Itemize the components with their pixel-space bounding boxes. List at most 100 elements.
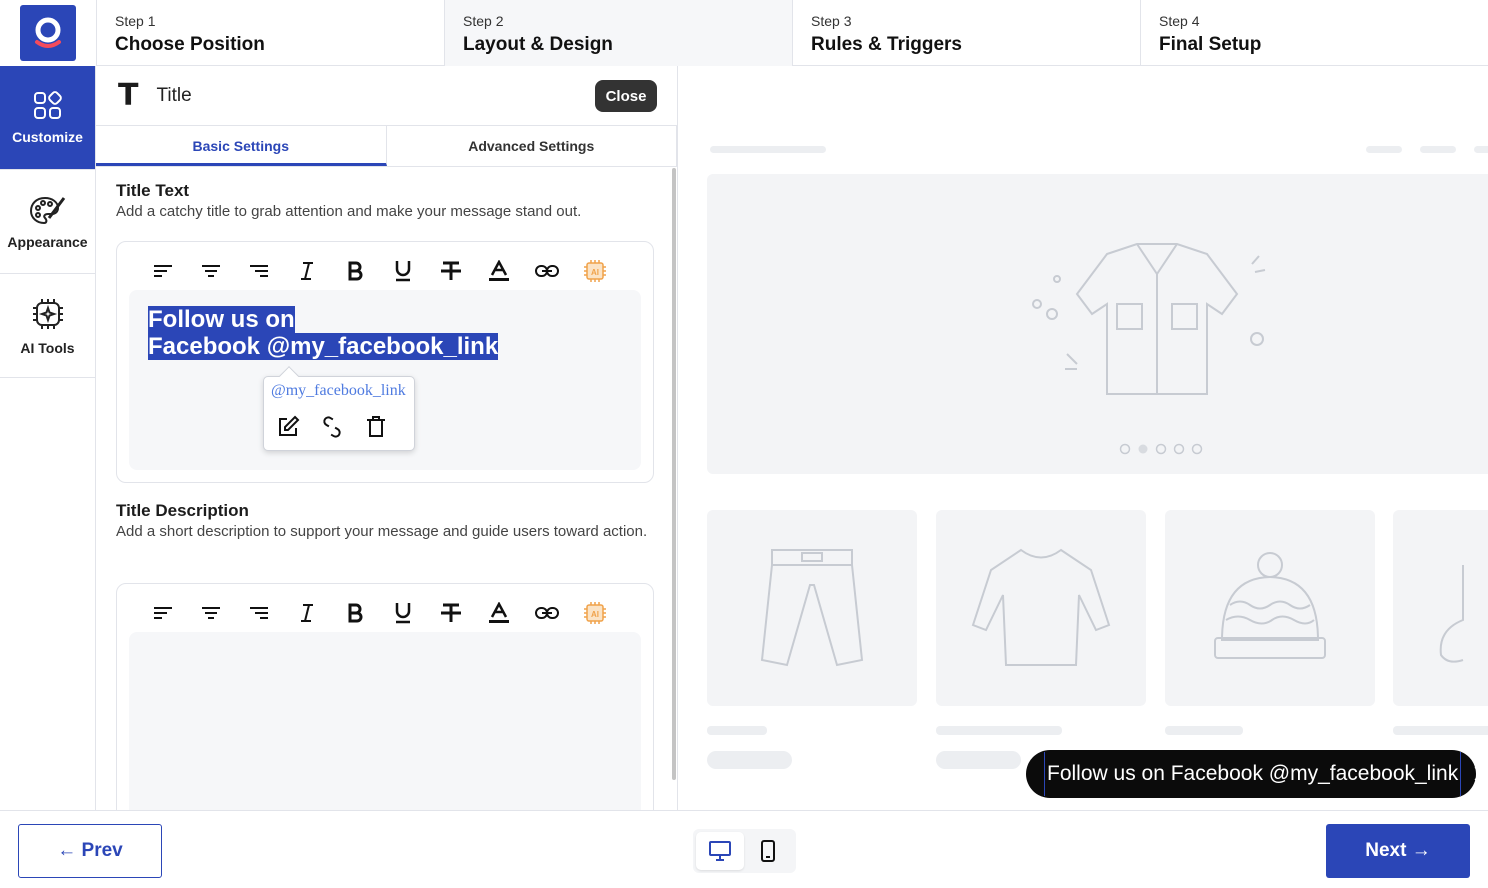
product-card-4 xyxy=(1393,510,1488,706)
app-root: Step 1 Choose Position Step 2 Layout & D… xyxy=(0,0,1488,888)
sidebar-item-appearance[interactable]: Appearance xyxy=(0,170,95,274)
sidebar-item-customize[interactable]: Customize xyxy=(0,66,95,170)
link-icon[interactable] xyxy=(523,598,571,628)
italic-icon[interactable] xyxy=(283,598,331,628)
step-number: Step 2 xyxy=(463,13,504,29)
strikethrough-icon[interactable] xyxy=(427,598,475,628)
product-card-1 xyxy=(707,510,917,706)
align-right-icon[interactable] xyxy=(235,256,283,286)
align-center-icon[interactable] xyxy=(187,598,235,628)
step-title: Choose Position xyxy=(115,34,265,55)
toast-preview: Follow us on Facebook @my_facebook_link … xyxy=(1026,750,1488,798)
device-toggle xyxy=(693,829,796,873)
title-text-heading: Title Text xyxy=(116,181,190,200)
palette-icon xyxy=(29,196,65,224)
sidebar: Customize Appearance AI Tools xyxy=(0,66,96,810)
desktop-icon xyxy=(709,841,731,861)
skeleton-line xyxy=(1165,726,1243,735)
text-color-icon[interactable] xyxy=(475,598,523,628)
pants-illustration-icon xyxy=(760,549,864,667)
step-1[interactable]: Step 1 Choose Position xyxy=(96,0,444,66)
skeleton-line xyxy=(1393,726,1488,735)
text-color-icon[interactable] xyxy=(475,256,523,286)
logo-mark xyxy=(20,5,76,61)
link-popup-url[interactable]: @my_facebook_link xyxy=(271,382,406,400)
title-text-description: Add a catchy title to grab attention and… xyxy=(116,203,582,220)
step-number: Step 4 xyxy=(1159,13,1200,29)
trash-icon[interactable] xyxy=(364,415,388,439)
bold-icon[interactable] xyxy=(331,598,379,628)
sidebar-item-ai-tools[interactable]: AI Tools xyxy=(0,274,95,378)
unlink-icon[interactable] xyxy=(320,415,344,439)
logo-icon xyxy=(35,17,61,48)
align-left-icon[interactable] xyxy=(139,256,187,286)
strikethrough-icon[interactable] xyxy=(427,256,475,286)
close-button[interactable]: Close xyxy=(595,80,657,112)
skeleton-line xyxy=(936,726,1062,735)
link-popup: @my_facebook_link xyxy=(263,366,415,451)
panel-title: Title xyxy=(156,84,192,106)
title-description-area[interactable] xyxy=(129,632,641,810)
preview-canvas xyxy=(679,66,1488,810)
hero-placeholder xyxy=(707,174,1488,474)
edit-link-icon[interactable] xyxy=(276,415,300,439)
align-left-icon[interactable] xyxy=(139,598,187,628)
desktop-view-button[interactable] xyxy=(696,832,744,870)
app-logo xyxy=(0,0,96,66)
footer-bar: ← Prev Next → xyxy=(0,810,1488,888)
skeleton-line xyxy=(1366,146,1402,153)
skeleton-line xyxy=(710,146,826,153)
carousel-dots xyxy=(1119,443,1203,455)
step-4[interactable]: Step 4 Final Setup xyxy=(1140,0,1488,66)
step-title: Final Setup xyxy=(1159,34,1262,55)
panel-scrollbar[interactable] xyxy=(672,168,676,780)
toast-text[interactable]: Follow us on Facebook @my_facebook_link xyxy=(1044,752,1462,796)
step-number: Step 1 xyxy=(115,13,156,29)
skeleton-price xyxy=(707,751,792,769)
title-description-editor: AI xyxy=(116,583,654,810)
title-text-content[interactable]: Follow us on Facebook @my_facebook_link xyxy=(148,306,548,360)
next-button[interactable]: Next → xyxy=(1326,824,1470,878)
step-title: Layout & Design xyxy=(463,34,613,55)
italic-icon[interactable] xyxy=(283,256,331,286)
bold-icon[interactable] xyxy=(331,256,379,286)
underline-icon[interactable] xyxy=(379,598,427,628)
jacket-illustration-icon xyxy=(1032,243,1266,395)
step-number: Step 3 xyxy=(811,13,852,29)
selected-text-line2: Facebook @my_facebook_link xyxy=(148,333,499,360)
skeleton-price xyxy=(936,751,1021,769)
title-description-text: Add a short description to support your … xyxy=(116,523,648,540)
skeleton-line xyxy=(707,726,767,735)
steps-header: Step 1 Choose Position Step 2 Layout & D… xyxy=(0,0,1488,66)
align-right-icon[interactable] xyxy=(235,598,283,628)
settings-tabs: Basic Settings Advanced Settings xyxy=(96,126,677,167)
step-3[interactable]: Step 3 Rules & Triggers xyxy=(792,0,1140,66)
link-popup-actions xyxy=(276,415,388,439)
close-icon[interactable]: ✕ xyxy=(1471,761,1488,787)
mobile-view-button[interactable] xyxy=(744,832,792,870)
skeleton-line xyxy=(1420,146,1456,153)
grid-icon xyxy=(33,90,62,119)
step-title: Rules & Triggers xyxy=(811,34,962,55)
prev-button[interactable]: ← Prev xyxy=(18,824,162,878)
tab-basic-settings[interactable]: Basic Settings xyxy=(96,126,387,166)
step-2[interactable]: Step 2 Layout & Design xyxy=(444,0,792,66)
sidebar-item-label: AI Tools xyxy=(20,339,75,356)
sidebar-item-label: Appearance xyxy=(7,233,88,250)
selected-text-line1: Follow us on xyxy=(148,306,295,333)
link-icon[interactable] xyxy=(523,256,571,286)
title-description-heading: Title Description xyxy=(116,501,249,520)
mobile-icon xyxy=(761,840,775,862)
sidebar-item-label: Customize xyxy=(12,128,83,145)
skeleton-line xyxy=(1474,146,1488,153)
tab-advanced-settings[interactable]: Advanced Settings xyxy=(387,126,677,166)
underline-icon[interactable] xyxy=(379,256,427,286)
align-center-icon[interactable] xyxy=(187,256,235,286)
sweater-illustration-icon xyxy=(971,548,1111,666)
panel-header: T Title Close xyxy=(96,66,677,126)
product-card-3 xyxy=(1165,510,1375,706)
sock-illustration-icon xyxy=(1439,565,1464,663)
svg-text:AI: AI xyxy=(591,610,599,619)
ai-icon[interactable]: AI xyxy=(571,256,619,286)
ai-icon[interactable]: AI xyxy=(571,598,619,628)
